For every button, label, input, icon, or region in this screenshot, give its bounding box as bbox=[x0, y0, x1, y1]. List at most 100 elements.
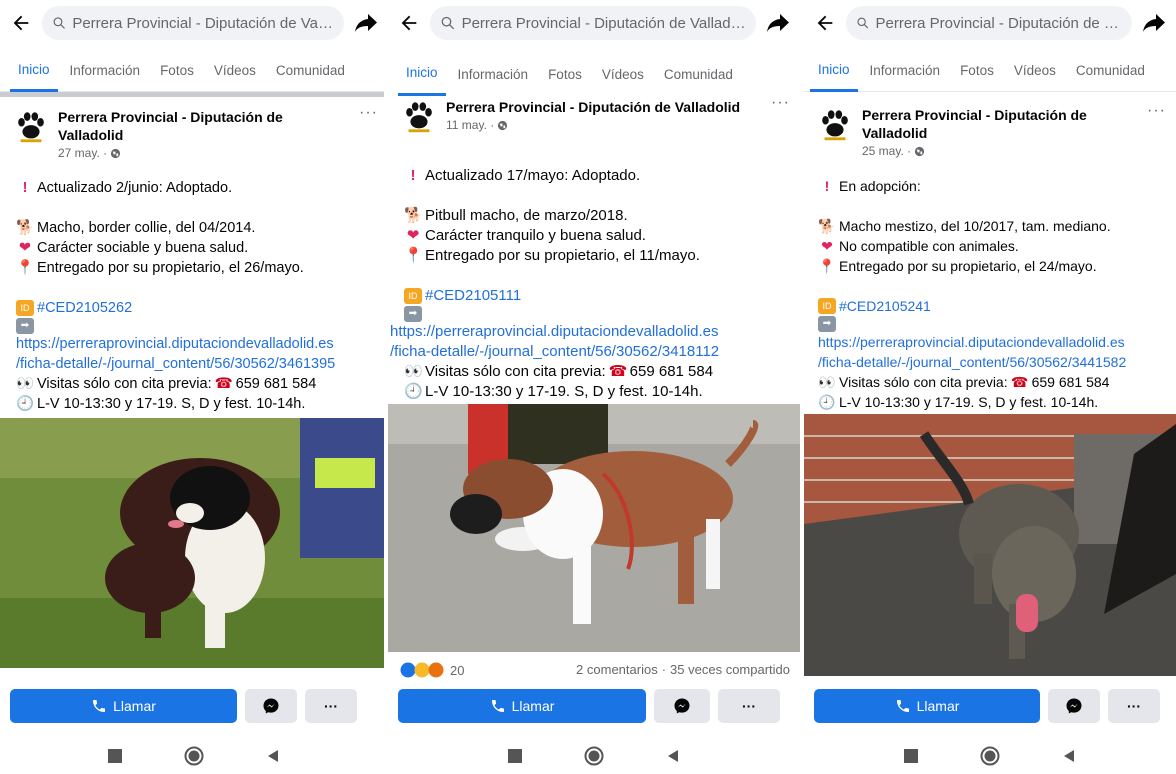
more-button[interactable]: ··· bbox=[305, 689, 357, 723]
tab-videos[interactable]: Vídeos bbox=[206, 50, 264, 92]
search-bar[interactable]: Perrera Provincial - Diputación de Valla… bbox=[430, 6, 756, 40]
telephone-icon: ☎ bbox=[214, 376, 233, 392]
id-badge-icon: ID bbox=[818, 298, 836, 314]
back-triangle-icon[interactable] bbox=[266, 749, 280, 763]
share-arrow-icon bbox=[1143, 14, 1165, 32]
globe-icon bbox=[111, 148, 121, 158]
back-button[interactable] bbox=[388, 12, 430, 34]
tab-fotos[interactable]: Fotos bbox=[540, 53, 590, 95]
tab-informacion[interactable]: Información bbox=[62, 50, 149, 92]
home-circle-icon[interactable] bbox=[980, 746, 1000, 766]
hashtag-link[interactable]: #CED2105111 bbox=[425, 286, 521, 306]
search-text: Perrera Provincial - Diputación de Valla… bbox=[72, 14, 334, 32]
pushpin-icon: 📍 bbox=[404, 247, 423, 264]
share-button[interactable] bbox=[756, 12, 800, 34]
reaction-emoji-icons bbox=[400, 662, 444, 678]
back-triangle-icon[interactable] bbox=[1062, 749, 1076, 763]
tab-videos[interactable]: Vídeos bbox=[1006, 50, 1064, 92]
search-icon bbox=[857, 17, 869, 29]
hashtag-link[interactable]: #CED2105262 bbox=[37, 298, 132, 318]
url-link-path[interactable]: /ficha-detalle/-/journal_content/56/3056… bbox=[818, 352, 1168, 372]
hashtag-link[interactable]: #CED2105241 bbox=[839, 296, 931, 316]
phone-icon bbox=[491, 700, 504, 712]
search-bar[interactable]: Perrera Provincial - Diputación de Valla… bbox=[846, 6, 1132, 40]
paw-logo-avatar[interactable] bbox=[400, 98, 438, 136]
post-date[interactable]: 25 may. · bbox=[862, 144, 911, 158]
back-triangle-icon[interactable] bbox=[666, 749, 680, 763]
right-arrow-icon: ➡ bbox=[16, 318, 34, 334]
tab-inicio[interactable]: Inicio bbox=[10, 50, 58, 92]
home-circle-icon[interactable] bbox=[184, 746, 204, 766]
exclamation-icon: ! bbox=[824, 178, 830, 194]
shares-count[interactable]: 35 veces compartido bbox=[670, 662, 790, 678]
dog-icon: 🐕 bbox=[16, 220, 35, 236]
right-arrow-icon: ➡ bbox=[818, 316, 836, 332]
dog-photo[interactable] bbox=[388, 404, 800, 652]
top-bar: Perrera Provincial - Diputación de Valla… bbox=[0, 0, 388, 46]
heart-icon: ❤ bbox=[821, 238, 833, 254]
back-button[interactable] bbox=[804, 12, 846, 34]
url-link-path[interactable]: /ficha-detalle/-/journal_content/56/3056… bbox=[390, 342, 792, 362]
share-button[interactable] bbox=[344, 12, 388, 34]
more-button[interactable]: ··· bbox=[1108, 689, 1160, 723]
dog-icon: 🐕 bbox=[818, 218, 836, 234]
recents-square-icon[interactable] bbox=[108, 749, 122, 763]
tab-inicio[interactable]: Inicio bbox=[810, 50, 858, 92]
share-button[interactable] bbox=[1132, 12, 1176, 34]
recents-square-icon[interactable] bbox=[508, 749, 522, 763]
post-date[interactable]: 11 may. · bbox=[446, 118, 494, 132]
paw-logo-avatar[interactable] bbox=[816, 106, 854, 144]
tab-videos[interactable]: Vídeos bbox=[594, 53, 652, 95]
call-button[interactable]: Llamar bbox=[10, 689, 237, 723]
search-bar[interactable]: Perrera Provincial - Diputación de Valla… bbox=[42, 6, 344, 40]
recents-square-icon[interactable] bbox=[904, 749, 918, 763]
tab-comunidad[interactable]: Comunidad bbox=[268, 50, 353, 92]
tab-fotos[interactable]: Fotos bbox=[952, 50, 1002, 92]
search-text: Perrera Provincial - Diputación de Valla… bbox=[875, 14, 1122, 32]
call-button[interactable]: Llamar bbox=[398, 689, 646, 723]
post-date[interactable]: 27 may. · bbox=[58, 146, 107, 160]
url-link[interactable]: https://perreraprovincial.diputaciondeva… bbox=[16, 334, 380, 354]
tab-fotos[interactable]: Fotos bbox=[152, 50, 202, 92]
globe-icon bbox=[498, 120, 508, 130]
eyes-icon: 👀 bbox=[404, 363, 423, 380]
page-tabs: Inicio Información Fotos Vídeos Comunida… bbox=[0, 50, 388, 92]
more-options-button[interactable]: ··· bbox=[771, 95, 790, 136]
dog-photo[interactable] bbox=[804, 414, 1176, 676]
phone-icon bbox=[93, 700, 106, 712]
tab-informacion[interactable]: Información bbox=[450, 53, 537, 95]
clock-icon: 🕘 bbox=[818, 394, 836, 410]
screen-post-border-collie: Perrera Provincial - Diputación de Valla… bbox=[0, 0, 388, 774]
heart-icon: ❤ bbox=[18, 240, 32, 256]
more-options-button[interactable]: ··· bbox=[1147, 103, 1166, 158]
post-header: Perrera Provincial - Diputación de Valla… bbox=[12, 105, 378, 160]
eyes-icon: 👀 bbox=[16, 376, 35, 392]
comments-count[interactable]: 2 comentarios bbox=[576, 662, 658, 678]
dog-photo[interactable] bbox=[0, 418, 388, 668]
url-link[interactable]: https://perreraprovincial.diputaciondeva… bbox=[818, 332, 1168, 352]
reaction-summary[interactable]: 20 2 comentarios · 35 veces compartido bbox=[400, 662, 790, 678]
eyes-icon: 👀 bbox=[818, 374, 836, 390]
tab-inicio[interactable]: Inicio bbox=[398, 52, 446, 96]
tab-comunidad[interactable]: Comunidad bbox=[1068, 50, 1153, 92]
paw-logo-avatar[interactable] bbox=[12, 108, 50, 146]
tab-informacion[interactable]: Información bbox=[862, 50, 949, 92]
url-link[interactable]: https://perreraprovincial.diputaciondeva… bbox=[390, 322, 792, 342]
exclamation-icon: ! bbox=[22, 180, 28, 196]
more-button[interactable]: ··· bbox=[718, 689, 780, 723]
messenger-button[interactable] bbox=[1048, 689, 1100, 723]
back-button[interactable] bbox=[0, 12, 42, 34]
home-circle-icon[interactable] bbox=[584, 746, 604, 766]
call-button[interactable]: Llamar bbox=[814, 689, 1040, 723]
messenger-icon bbox=[1066, 698, 1082, 714]
page-name[interactable]: Perrera Provincial - Diputación de Valla… bbox=[58, 108, 351, 144]
post-header: Perrera Provincial - Diputación de Valla… bbox=[816, 103, 1166, 158]
page-name[interactable]: Perrera Provincial - Diputación de Valla… bbox=[862, 106, 1139, 142]
tab-comunidad[interactable]: Comunidad bbox=[656, 53, 741, 95]
post-text: ! Actualizado 17/mayo: Adoptado. 🐕 Pitbull… bbox=[390, 166, 792, 402]
more-options-button[interactable]: ··· bbox=[359, 105, 378, 160]
url-link-path[interactable]: /ficha-detalle/-/journal_content/56/3056… bbox=[16, 354, 380, 374]
messenger-button[interactable] bbox=[245, 689, 297, 723]
messenger-button[interactable] bbox=[654, 689, 710, 723]
page-name[interactable]: Perrera Provincial - Diputación de Valla… bbox=[446, 98, 763, 116]
